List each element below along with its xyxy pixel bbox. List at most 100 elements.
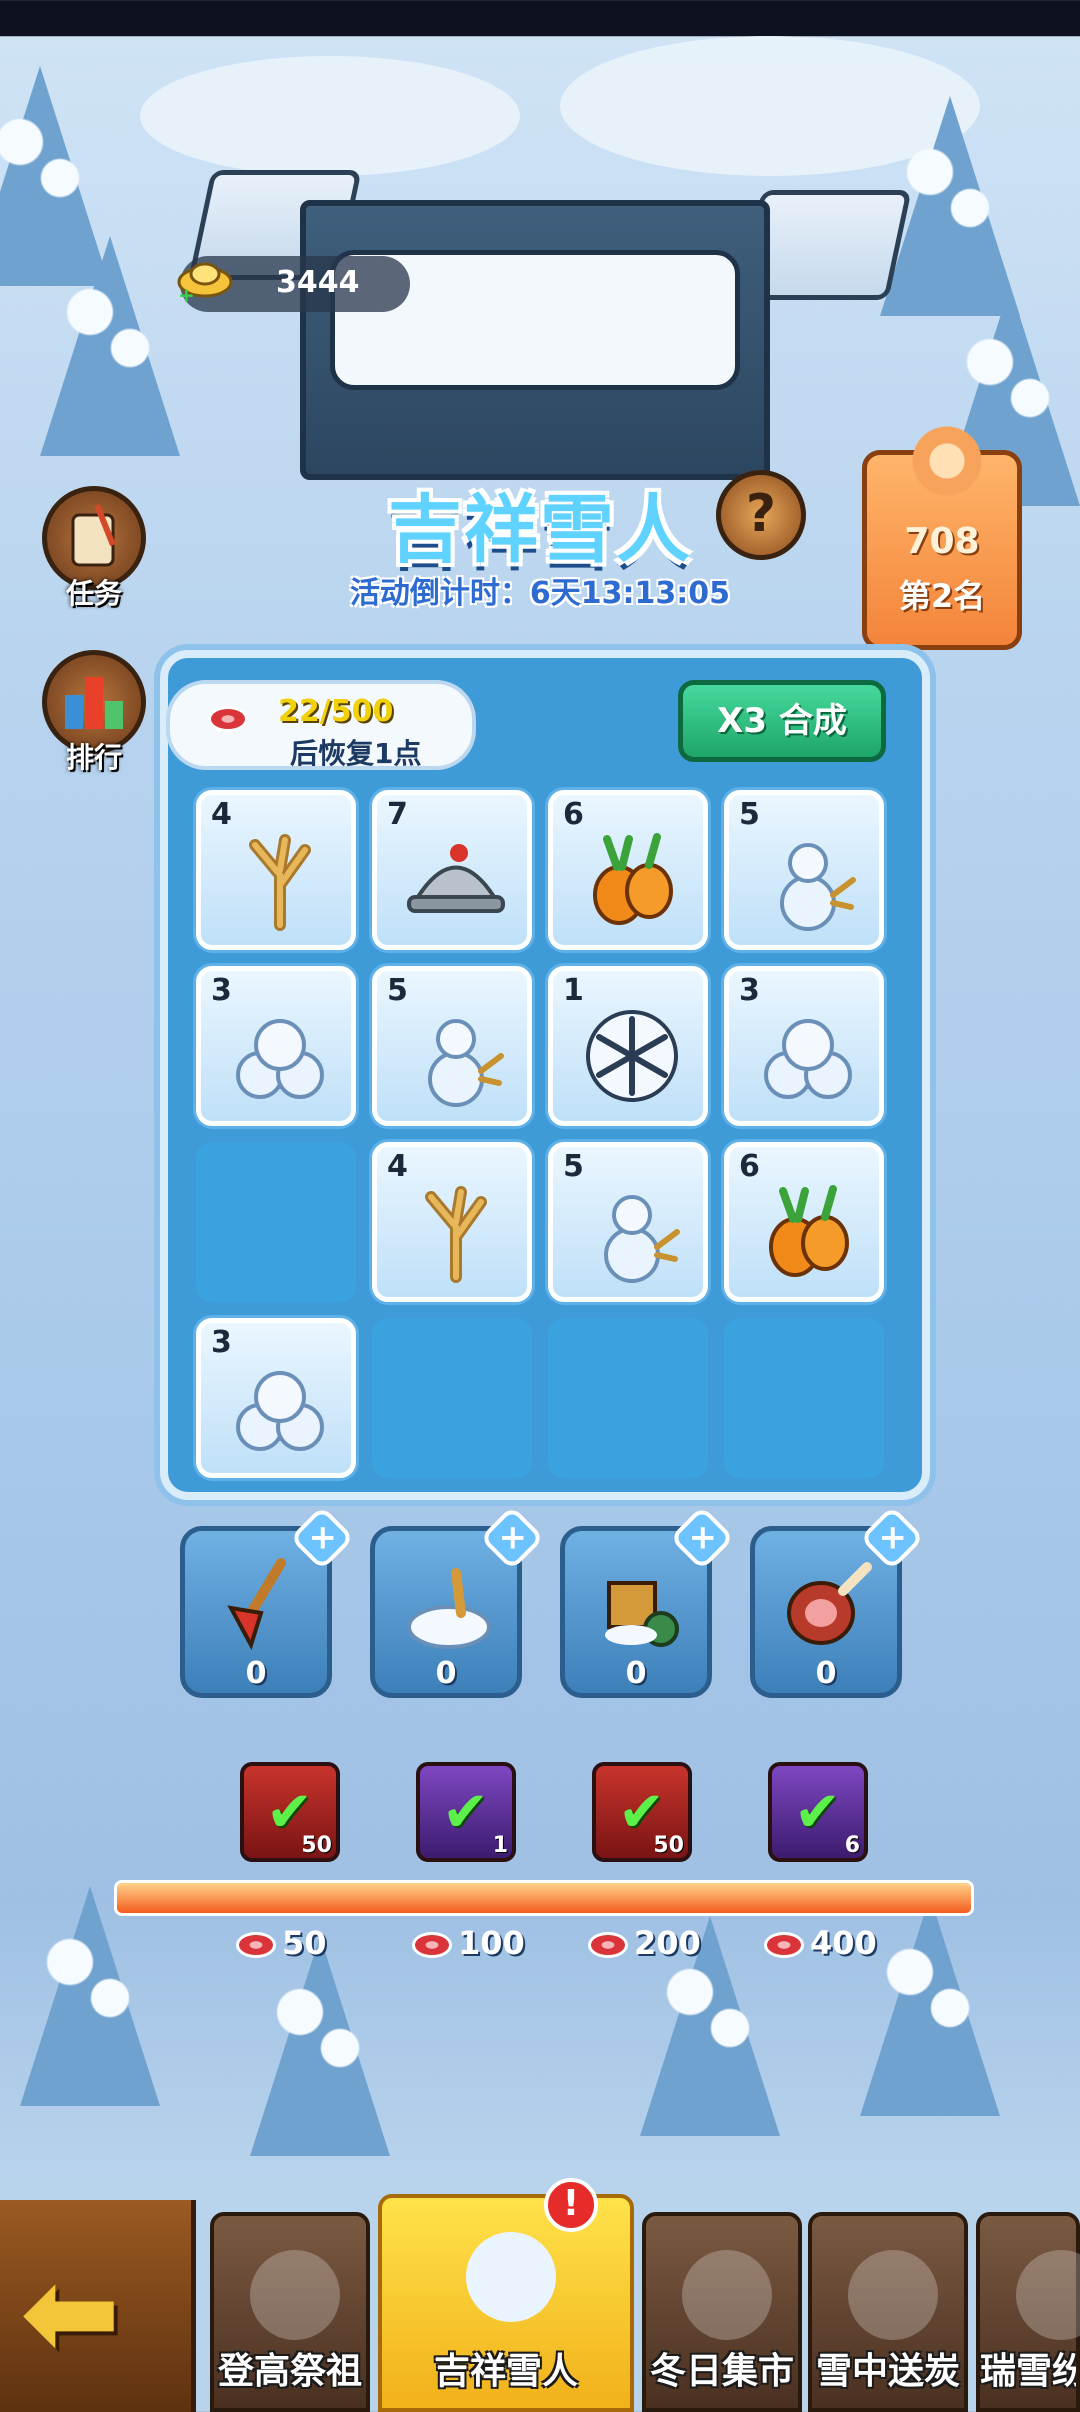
grid-cell-snowballs[interactable]: 3 — [196, 1318, 356, 1478]
grid-cell-snowballs[interactable]: 3 — [196, 966, 356, 1126]
energy-count: 22/500 — [278, 694, 394, 729]
grid-cell-branch[interactable]: 4 — [372, 1142, 532, 1302]
market-bag-icon — [682, 2250, 772, 2340]
reward-chest[interactable]: ✔ 50 — [240, 1762, 340, 1862]
tab-campfire[interactable]: 雪中送炭 — [808, 2212, 968, 2412]
grid-cell-empty[interactable] — [548, 1318, 708, 1478]
tab-market-bag[interactable]: 冬日集市 — [642, 2212, 802, 2412]
snow-scoop-icon — [401, 1553, 497, 1653]
tool-count: 0 — [435, 1656, 457, 1691]
tab-label: 瑞雪纷 — [980, 2351, 1076, 2392]
tab-pot[interactable]: 登高祭祖 — [210, 2212, 370, 2412]
merge-x3-button[interactable]: X3 合成 — [678, 680, 886, 762]
tool-slot-shovel[interactable]: +0 — [180, 1505, 355, 1698]
reward-chest[interactable]: ✔ 6 — [768, 1762, 868, 1862]
back-arrow-icon: ⬅ — [20, 2244, 121, 2383]
energy-panel: 22/500 后恢复1点 — [166, 680, 476, 770]
snowballs-icon — [225, 1001, 335, 1111]
meat-icon — [588, 1932, 628, 1958]
tool-slot-ham[interactable]: +0 — [750, 1505, 925, 1698]
snowman-warrior-icon — [466, 2232, 556, 2322]
snowman-icon — [401, 1001, 511, 1111]
tab-label: 冬日集市 — [649, 2351, 794, 2392]
grid-cell-helmet[interactable]: 7 — [372, 790, 532, 950]
reward-qty: 1 — [492, 1833, 508, 1858]
tab-label: 雪中送炭 — [815, 2351, 960, 2392]
campfire-icon — [848, 2250, 938, 2340]
snow-cart-icon — [591, 1553, 687, 1653]
tool-count: 0 — [815, 1656, 837, 1691]
branch-icon — [401, 1177, 511, 1287]
threshold-value: 200 — [634, 1924, 701, 1962]
tab-label: 吉祥雪人 — [433, 2351, 578, 2392]
snowballs-icon — [225, 1353, 335, 1463]
tool-slot-snow-cart[interactable]: +0 — [560, 1505, 735, 1698]
grid-cell-empty[interactable] — [372, 1318, 532, 1478]
currency-bar[interactable]: + 3444 — [177, 256, 410, 312]
rank-badge[interactable]: 708 第2名 — [862, 421, 1022, 650]
event-countdown: 活动倒计时：6天13:13:05 — [349, 576, 731, 611]
helmet-icon — [401, 825, 511, 935]
currency-value: 3444 — [276, 265, 360, 300]
event-title: 吉祥雪人 — [388, 487, 692, 573]
reward-chest[interactable]: ✔ 1 — [416, 1762, 516, 1862]
carrot-icon — [753, 1177, 863, 1287]
reward-qty: 50 — [653, 1833, 684, 1858]
branch-icon — [225, 825, 335, 935]
reward-qty: 50 — [301, 1833, 332, 1858]
reward-qty: 6 — [844, 1833, 860, 1858]
progress-fill — [117, 1883, 971, 1913]
threshold-value: 100 — [458, 1924, 525, 1962]
help-button[interactable]: ? — [716, 470, 806, 560]
reward-threshold: 200 — [588, 1924, 701, 1962]
tool-slot-snow-scoop[interactable]: +0 — [370, 1505, 545, 1698]
ranking-label: 排行 — [65, 741, 122, 774]
checkmark-icon: ✔ — [794, 1780, 841, 1845]
tab-snowflake[interactable]: 瑞雪纷 — [976, 2212, 1080, 2412]
reward-chest[interactable]: ✔ 50 — [592, 1762, 692, 1862]
progress-bar — [114, 1880, 974, 1916]
tool-count: 0 — [245, 1656, 267, 1691]
snowflake-icon — [1016, 2250, 1080, 2340]
tasks-label: 任务 — [65, 577, 122, 610]
meat-icon — [208, 706, 248, 732]
reward-threshold: 50 — [236, 1924, 327, 1962]
carrot-icon — [577, 825, 687, 935]
snowman-icon — [753, 825, 863, 935]
gold-ingot-icon: + — [177, 262, 233, 304]
svg-text:+: + — [178, 283, 195, 304]
grid-cell-snowman[interactable]: 5 — [548, 1142, 708, 1302]
shovel-icon — [211, 1553, 307, 1653]
tab-label: 登高祭祖 — [217, 2351, 362, 2392]
flower-icon — [907, 421, 987, 501]
rank-place: 第2名 — [898, 577, 986, 615]
checkmark-icon: ✔ — [442, 1780, 489, 1845]
grid-cell-carrot[interactable]: 6 — [548, 790, 708, 950]
grid-cell-empty[interactable] — [196, 1142, 356, 1302]
meat-icon — [764, 1932, 804, 1958]
meat-icon — [236, 1932, 276, 1958]
grid-cell-snowman[interactable]: 5 — [372, 966, 532, 1126]
alert-badge: ! — [544, 2178, 598, 2232]
back-button[interactable]: ⬅ — [0, 2200, 196, 2412]
ranking-button[interactable]: 排行 — [34, 650, 154, 774]
rank-score: 708 — [904, 521, 980, 562]
snowflake-icon — [577, 1001, 687, 1111]
tasks-button[interactable]: 任务 — [34, 486, 154, 610]
tab-snowman-warrior[interactable]: 吉祥雪人! — [378, 2178, 634, 2412]
grid-cell-branch[interactable]: 4 — [196, 790, 356, 950]
grid-cell-snowballs[interactable]: 3 — [724, 966, 884, 1126]
grid-cell-empty[interactable] — [724, 1318, 884, 1478]
meat-icon — [412, 1932, 452, 1958]
threshold-value: 50 — [282, 1924, 327, 1962]
tool-count: 0 — [625, 1656, 647, 1691]
snowballs-icon — [753, 1001, 863, 1111]
reward-threshold: 100 — [412, 1924, 525, 1962]
grid-cell-carrot[interactable]: 6 — [724, 1142, 884, 1302]
ham-icon — [781, 1553, 877, 1653]
grid-cell-snowflake[interactable]: 1 — [548, 966, 708, 1126]
snowman-icon — [577, 1177, 687, 1287]
pot-icon — [250, 2250, 340, 2340]
reward-threshold: 400 — [764, 1924, 877, 1962]
grid-cell-snowman[interactable]: 5 — [724, 790, 884, 950]
